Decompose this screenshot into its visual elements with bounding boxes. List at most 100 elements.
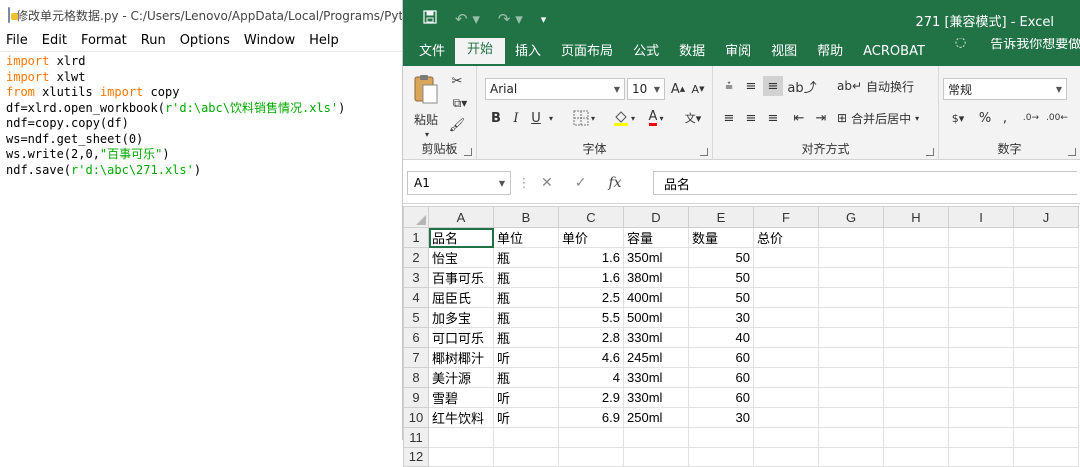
column-header[interactable]: D: [623, 206, 689, 228]
cell[interactable]: 245ml: [623, 347, 689, 368]
cell[interactable]: 可口可乐: [428, 327, 494, 348]
merge-center-button[interactable]: ⊞ 合并后居中 ▾: [837, 108, 937, 128]
cell[interactable]: [948, 287, 1014, 308]
cell[interactable]: [1013, 367, 1079, 388]
row-header[interactable]: 11: [403, 427, 429, 448]
cell[interactable]: [883, 427, 949, 448]
cell[interactable]: [818, 427, 884, 448]
cell[interactable]: [818, 287, 884, 308]
menu-window[interactable]: Window: [244, 33, 295, 48]
redo-icon[interactable]: ↷ ▾: [498, 10, 523, 28]
underline-button[interactable]: U: [527, 108, 545, 128]
row-header[interactable]: 6: [403, 327, 429, 348]
cell[interactable]: 数量: [688, 227, 754, 248]
cell[interactable]: [1013, 287, 1079, 308]
cell[interactable]: [1013, 247, 1079, 268]
cell[interactable]: [948, 387, 1014, 408]
select-all-button[interactable]: [403, 206, 429, 228]
cell[interactable]: [753, 407, 819, 428]
cell[interactable]: [753, 347, 819, 368]
tab-help[interactable]: 帮助: [807, 40, 853, 66]
cell[interactable]: [948, 267, 1014, 288]
cell[interactable]: 50: [688, 267, 754, 288]
cell[interactable]: 40: [688, 327, 754, 348]
cell[interactable]: [818, 267, 884, 288]
tab-file[interactable]: 文件: [409, 40, 455, 66]
align-right-icon[interactable]: ≡: [763, 108, 783, 128]
cell[interactable]: 330ml: [623, 387, 689, 408]
column-header[interactable]: E: [688, 206, 754, 228]
column-header[interactable]: J: [1013, 206, 1079, 228]
cell[interactable]: 瓶: [493, 367, 559, 388]
cell[interactable]: [883, 267, 949, 288]
phonetic-guide-icon[interactable]: 文▾: [679, 108, 707, 128]
borders-icon[interactable]: ▾: [569, 108, 599, 128]
column-header[interactable]: C: [558, 206, 624, 228]
cell[interactable]: [753, 446, 819, 467]
cell[interactable]: [948, 327, 1014, 348]
cell[interactable]: [818, 446, 884, 467]
cell[interactable]: [818, 307, 884, 328]
menu-help[interactable]: Help: [309, 33, 339, 48]
paste-button-label[interactable]: 粘贴: [409, 110, 443, 128]
cell[interactable]: 听: [493, 407, 559, 428]
cell[interactable]: [883, 446, 949, 467]
tab-page-layout[interactable]: 页面布局: [551, 40, 623, 66]
cell[interactable]: 250ml: [623, 407, 689, 428]
underline-dropdown-icon[interactable]: ▾: [545, 108, 557, 128]
cell[interactable]: 百事可乐: [428, 267, 494, 288]
cell[interactable]: 1.6: [558, 247, 624, 268]
cell[interactable]: [1013, 407, 1079, 428]
cell[interactable]: [753, 367, 819, 388]
cell[interactable]: [493, 427, 559, 448]
cell[interactable]: [883, 327, 949, 348]
column-header[interactable]: H: [883, 206, 949, 228]
cell[interactable]: 瓶: [493, 327, 559, 348]
percent-icon[interactable]: %: [975, 108, 995, 128]
menu-file[interactable]: File: [6, 33, 28, 48]
font-size-select[interactable]: 10 ▼: [627, 78, 665, 100]
enter-icon[interactable]: ✓: [575, 175, 587, 191]
cell[interactable]: [818, 407, 884, 428]
cell[interactable]: [818, 327, 884, 348]
cell[interactable]: 单价: [558, 227, 624, 248]
cell[interactable]: [1013, 327, 1079, 348]
cell[interactable]: [1013, 446, 1079, 467]
cell[interactable]: 6.9: [558, 407, 624, 428]
decrease-decimal-icon[interactable]: .00←: [1045, 108, 1069, 128]
undo-icon[interactable]: ↶ ▾: [455, 10, 480, 28]
cell[interactable]: [428, 427, 494, 448]
cell[interactable]: [883, 347, 949, 368]
cell[interactable]: [948, 407, 1014, 428]
tab-insert[interactable]: 插入: [505, 40, 551, 66]
row-header[interactable]: 1: [403, 227, 429, 248]
menu-edit[interactable]: Edit: [42, 33, 67, 48]
cancel-icon[interactable]: ✕: [541, 175, 553, 191]
cell[interactable]: 屈臣氏: [428, 287, 494, 308]
cell[interactable]: 椰树椰汁: [428, 347, 494, 368]
row-header[interactable]: 2: [403, 247, 429, 268]
cell[interactable]: 330ml: [623, 327, 689, 348]
comma-icon[interactable]: ,: [997, 108, 1013, 128]
code-editor[interactable]: import xlrd import xlwt from xlutils impor…: [0, 52, 402, 178]
cell[interactable]: 美汁源: [428, 367, 494, 388]
cell[interactable]: 容量: [623, 227, 689, 248]
cell[interactable]: 2.9: [558, 387, 624, 408]
cell[interactable]: 瓶: [493, 267, 559, 288]
row-header[interactable]: 3: [403, 267, 429, 288]
cell[interactable]: [1013, 347, 1079, 368]
cell[interactable]: 加多宝: [428, 307, 494, 328]
wrap-text-button[interactable]: ab↵ 自动换行: [837, 76, 935, 96]
column-header[interactable]: B: [493, 206, 559, 228]
row-header[interactable]: 7: [403, 347, 429, 368]
cell[interactable]: [428, 446, 494, 467]
cell[interactable]: 30: [688, 307, 754, 328]
cell[interactable]: [883, 307, 949, 328]
cell[interactable]: [948, 227, 1014, 248]
shrink-font-button[interactable]: A ▼: [689, 79, 707, 99]
cell[interactable]: [753, 327, 819, 348]
number-format-select[interactable]: 常规 ▼: [943, 78, 1067, 100]
copy-icon[interactable]: ⧉▾: [447, 94, 473, 112]
accounting-format-icon[interactable]: $▾: [943, 108, 973, 128]
cell[interactable]: 60: [688, 347, 754, 368]
